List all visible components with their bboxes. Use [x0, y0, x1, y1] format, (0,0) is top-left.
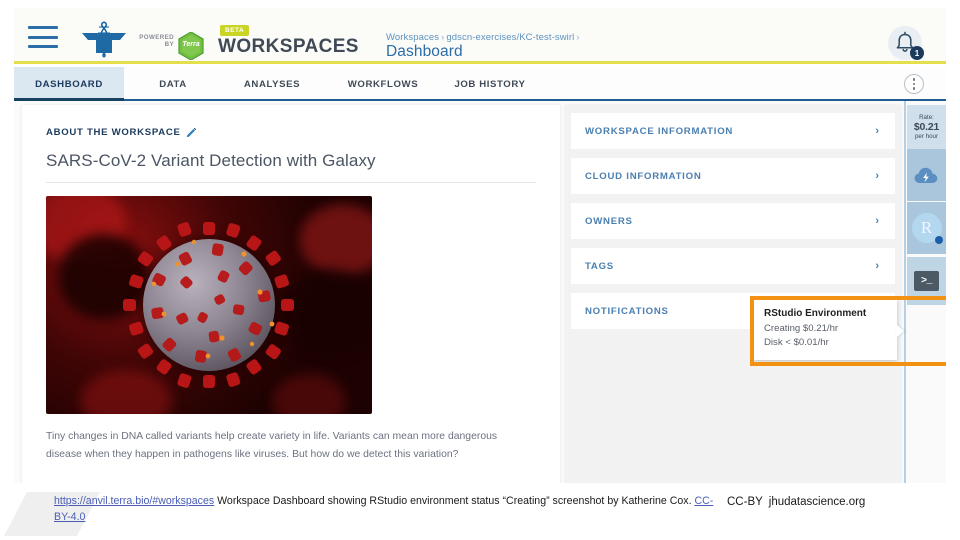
accordion-workspace-information[interactable]: WORKSPACE INFORMATION › [571, 113, 895, 149]
tooltip-disk-line: Disk < $0.01/hr [764, 337, 829, 348]
accordion-owners[interactable]: OWNERS › [571, 203, 895, 239]
tab-job-history[interactable]: JOB HISTORY [438, 67, 542, 101]
terra-logo: Terra [178, 32, 204, 60]
about-section-label: ABOUT THE WORKSPACE [46, 127, 181, 138]
tab-data[interactable]: DATA [132, 67, 214, 101]
tab-bar: DASHBOARD DATA ANALYSES WORKFLOWS JOB HI… [14, 67, 946, 101]
panel-divider [904, 101, 906, 483]
workspace-title: SARS-CoV-2 Variant Detection with Galaxy [46, 151, 376, 170]
powered-by-text: POWERED BY [138, 34, 174, 49]
rstudio-environment-tooltip: RStudio Environment Creating $0.21/hr Di… [754, 300, 904, 360]
tooltip-arrow [896, 324, 904, 338]
breadcrumb: Workspaces › gdscn-exercises/KC-test-swirl… [386, 32, 582, 43]
breadcrumb-root[interactable]: Workspaces [386, 32, 439, 43]
accordion-tags[interactable]: TAGS › [571, 248, 895, 284]
caption-text: https://anvil.terra.bio/#workspaces Work… [54, 494, 714, 525]
credit-site: jhudatascience.org [768, 496, 866, 508]
powered-by-line2: BY [164, 41, 174, 49]
notification-bell-button[interactable]: 1 [888, 26, 924, 60]
rate-unit: per hour [914, 133, 939, 141]
cloud-environment-icon [914, 166, 939, 185]
cost-rate-widget[interactable]: Rate: $0.21 per hour [907, 105, 946, 149]
breadcrumb-separator-2: › [576, 32, 580, 43]
main-content: ABOUT THE WORKSPACE SARS-CoV-2 Variant D… [14, 101, 946, 483]
accordion-label: OWNERS [585, 215, 633, 227]
credit-license: CC-BY [727, 496, 763, 508]
status-dot-running [934, 236, 943, 244]
credit-line: CC-BY jhudatascience.org [727, 496, 865, 508]
caption-description: Workspace Dashboard showing RStudio envi… [214, 495, 695, 507]
tab-analyses[interactable]: ANALYSES [222, 67, 322, 101]
app-header: POWERED BY Terra BETA WORKSPACES Workspa… [14, 8, 946, 64]
accordion-label: WORKSPACE INFORMATION [585, 125, 734, 137]
page-title: Dashboard [386, 43, 463, 60]
rate-value: $0.21 [913, 120, 940, 133]
rstudio-icon-letter: R [920, 218, 933, 237]
rate-label: Rate: [919, 113, 934, 121]
breadcrumb-workspace[interactable]: gdscn-exercises/KC-test-swirl [446, 32, 574, 43]
terminal-button[interactable]: >_ [907, 257, 946, 305]
chevron-right-icon: › [875, 170, 879, 182]
terra-workspace-screenshot: POWERED BY Terra BETA WORKSPACES Workspa… [14, 8, 946, 483]
title-divider [46, 182, 536, 183]
source-url-link[interactable]: https://anvil.terra.bio/#workspaces [54, 495, 214, 507]
accordion-label: TAGS [585, 260, 614, 272]
cloud-environment-button[interactable] [907, 149, 946, 201]
about-section-header: ABOUT THE WORKSPACE [46, 127, 536, 138]
environment-sidebar: Rate: $0.21 per hour R >_ [907, 105, 946, 483]
powered-by-line1: POWERED [139, 34, 174, 41]
beta-badge: BETA [220, 25, 250, 36]
pencil-edit-icon[interactable] [186, 127, 197, 138]
terra-logo-label: Terra [182, 41, 200, 48]
accordion-label: CLOUD INFORMATION [585, 170, 702, 182]
tooltip-status-line: Creating $0.21/hr [764, 323, 839, 334]
workspace-banner-image [46, 196, 372, 414]
hamburger-menu-icon[interactable] [28, 26, 58, 48]
tooltip-title: RStudio Environment [764, 308, 867, 319]
product-name: WORKSPACES [218, 36, 359, 57]
accordion-label: NOTIFICATIONS [585, 305, 669, 317]
tab-workflows[interactable]: WORKFLOWS [330, 67, 436, 101]
slide-caption-area: https://anvil.terra.bio/#workspaces Work… [0, 488, 960, 540]
accordion-cloud-information[interactable]: CLOUD INFORMATION › [571, 158, 895, 194]
chevron-right-icon: › [875, 215, 879, 227]
kebab-menu-icon[interactable] [904, 74, 924, 94]
slide-root: POWERED BY Terra BETA WORKSPACES Workspa… [0, 0, 960, 540]
tab-dashboard[interactable]: DASHBOARD [14, 67, 124, 101]
workspace-info-accordion: WORKSPACE INFORMATION › CLOUD INFORMATIO… [565, 105, 901, 483]
notification-count-badge: 1 [910, 46, 924, 60]
virus-spikes [123, 222, 294, 388]
chevron-right-icon: › [875, 260, 879, 272]
terminal-icon: >_ [914, 271, 939, 291]
chevron-right-icon: › [875, 125, 879, 137]
rstudio-environment-icon: R [911, 213, 943, 244]
anvil-logo[interactable] [76, 20, 132, 60]
rstudio-environment-button[interactable]: R [907, 202, 946, 254]
about-workspace-panel: ABOUT THE WORKSPACE SARS-CoV-2 Variant D… [22, 105, 560, 483]
workspace-description: Tiny changes in DNA called variants help… [46, 431, 498, 460]
